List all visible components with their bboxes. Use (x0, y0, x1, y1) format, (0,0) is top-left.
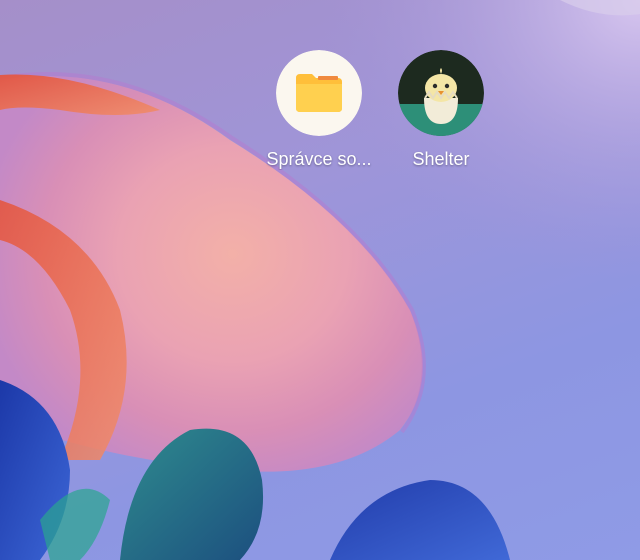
app-label: Shelter (412, 149, 470, 169)
hatching-chick-egg-icon (398, 50, 484, 136)
app-shortcut-file-manager[interactable]: Správce so... (254, 50, 384, 190)
app-label: Správce so... (266, 149, 372, 169)
home-screen: Správce so... Shelter (0, 0, 640, 560)
folder-icon (276, 50, 362, 136)
app-shortcut-shelter[interactable]: Shelter (376, 50, 506, 190)
